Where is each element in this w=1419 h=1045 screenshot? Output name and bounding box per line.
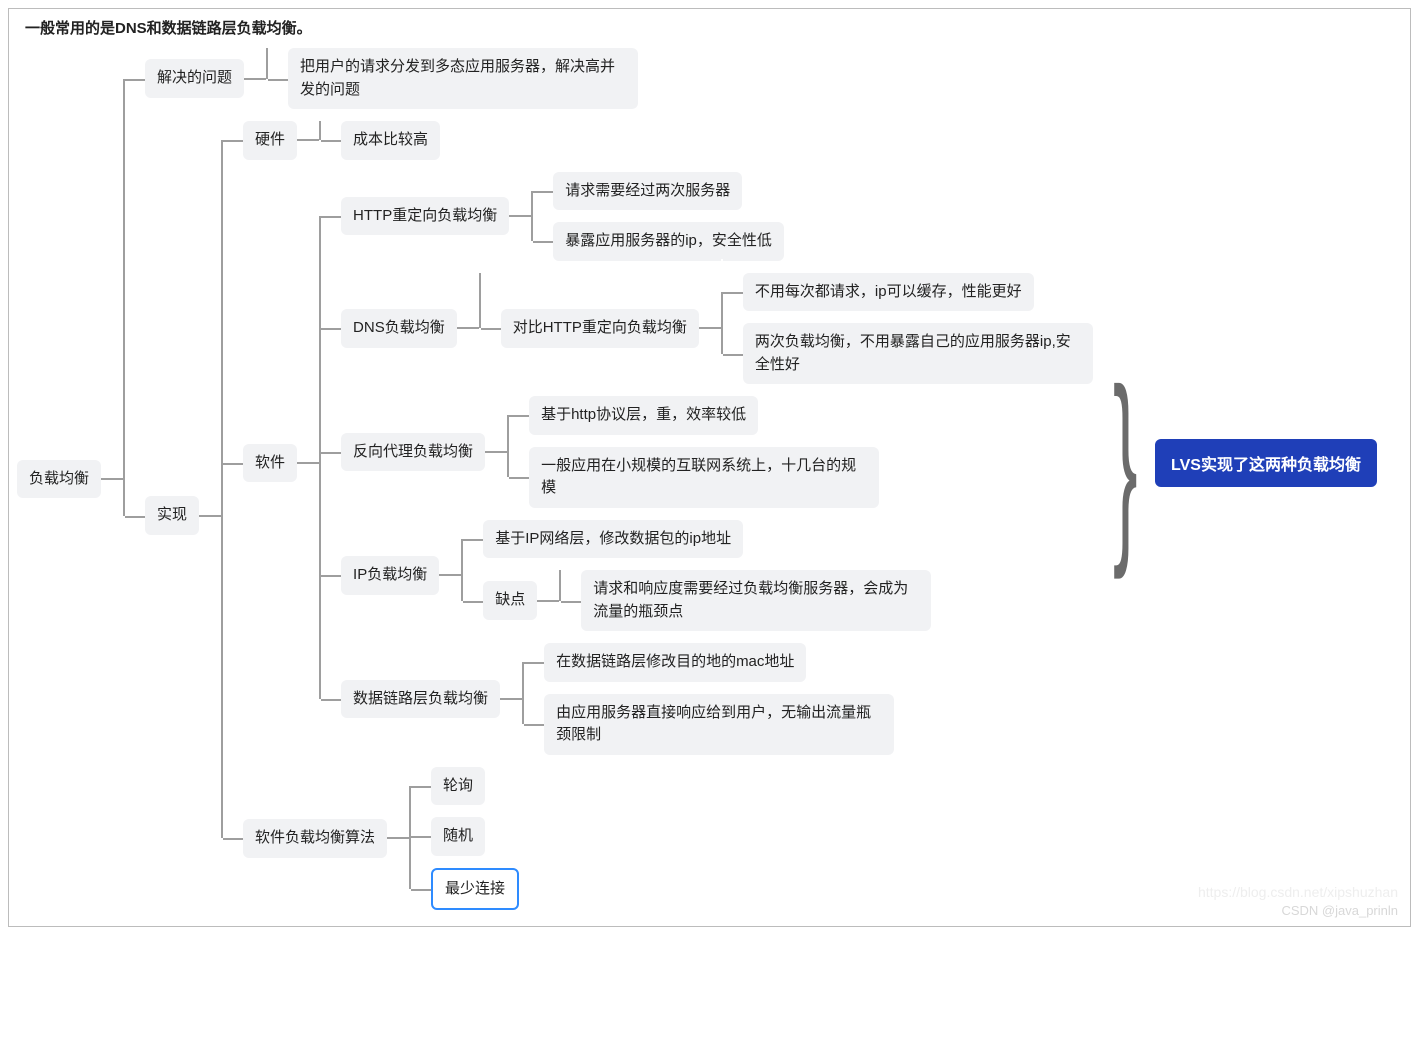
mindmap-frame: 一般常用的是DNS和数据链路层负载均衡。 负载均衡 解决的问题 把用户的请求分发… <box>8 8 1411 927</box>
algo-children: 轮询 随机 最少连接 <box>409 767 519 911</box>
branch-dns: DNS负载均衡 对比HTTP重定向负载均衡 不用每次都请求，ip可以缓存，性能更… <box>341 273 1093 385</box>
node-dns-compare[interactable]: 对比HTTP重定向负载均衡 <box>501 309 699 348</box>
branch-solve-problem: 解决的问题 把用户的请求分发到多态应用服务器，解决高并发的问题 <box>145 48 1377 109</box>
node-algo-1[interactable]: 随机 <box>431 817 485 856</box>
root-node[interactable]: 负载均衡 <box>17 460 101 499</box>
branch-ip-drawback: 缺点 请求和响应度需要经过负载均衡服务器，会成为流量的瓶颈点 <box>483 570 931 631</box>
node-datalink[interactable]: 数据链路层负载均衡 <box>341 680 500 719</box>
dns-compare-children: 不用每次都请求，ip可以缓存，性能更好 两次负载均衡，不用暴露自己的应用服务器i… <box>721 273 1093 385</box>
node-hardware[interactable]: 硬件 <box>243 121 297 160</box>
connector <box>485 451 507 453</box>
dns-children: 对比HTTP重定向负载均衡 不用每次都请求，ip可以缓存，性能更好 两次负载均衡… <box>479 273 1093 385</box>
connector <box>699 327 721 329</box>
connector <box>537 600 559 602</box>
branch-ip: IP负载均衡 基于IP网络层，修改数据包的ip地址 缺点 <box>341 520 1093 632</box>
node-dns[interactable]: DNS负载均衡 <box>341 309 457 348</box>
node-dns-p1[interactable]: 不用每次都请求，ip可以缓存，性能更好 <box>743 273 1034 312</box>
branch-hardware: 硬件 成本比较高 <box>243 121 1377 160</box>
node-impl[interactable]: 实现 <box>145 496 199 535</box>
connector <box>457 327 479 329</box>
connector <box>297 139 319 141</box>
mindmap-root-row: 负载均衡 解决的问题 把用户的请求分发到多态应用服务器，解决高并发的问题 实现 <box>17 48 1402 910</box>
root-children: 解决的问题 把用户的请求分发到多态应用服务器，解决高并发的问题 实现 硬件 <box>123 48 1377 910</box>
connector <box>509 215 531 217</box>
node-hardware-desc[interactable]: 成本比较高 <box>341 121 440 160</box>
connector <box>244 78 266 80</box>
ip-children: 基于IP网络层，修改数据包的ip地址 缺点 请求和响应度需要经过负载均衡服务器，… <box>461 520 931 632</box>
node-dns-p2[interactable]: 两次负载均衡，不用暴露自己的应用服务器ip,安全性好 <box>743 323 1093 384</box>
branch-dns-compare: 对比HTTP重定向负载均衡 不用每次都请求，ip可以缓存，性能更好 两次负载均衡… <box>501 273 1093 385</box>
node-http-redirect[interactable]: HTTP重定向负载均衡 <box>341 197 509 236</box>
branch-hardware-desc: 成本比较高 <box>341 121 440 160</box>
node-software[interactable]: 软件 <box>243 444 297 483</box>
node-http-p2[interactable]: 暴露应用服务器的ip，安全性低 <box>553 222 784 261</box>
node-reverse-proxy[interactable]: 反向代理负载均衡 <box>341 433 485 472</box>
node-solve-desc[interactable]: 把用户的请求分发到多态应用服务器，解决高并发的问题 <box>288 48 638 109</box>
connector <box>101 478 123 480</box>
node-ip-drawback-label[interactable]: 缺点 <box>483 581 537 620</box>
hardware-children: 成本比较高 <box>319 121 440 160</box>
software-children: HTTP重定向负载均衡 请求需要经过两次服务器 暴露应用服务器的ip，安全性低 <box>319 172 1093 755</box>
node-dl-p1[interactable]: 在数据链路层修改目的地的mac地址 <box>544 643 806 682</box>
node-rp-p2[interactable]: 一般应用在小规模的互联网系统上，十几台的规模 <box>529 447 879 508</box>
node-dl-p2[interactable]: 由应用服务器直接响应给到用户，无输出流量瓶颈限制 <box>544 694 894 755</box>
node-rp-p1[interactable]: 基于http协议层，重，效率较低 <box>529 396 758 435</box>
branch-datalink: 数据链路层负载均衡 在数据链路层修改目的地的mac地址 由应用服务器直接响应给到… <box>341 643 1093 755</box>
solve-problem-children: 把用户的请求分发到多态应用服务器，解决高并发的问题 <box>266 48 638 109</box>
branch-http-redirect: HTTP重定向负载均衡 请求需要经过两次服务器 暴露应用服务器的ip，安全性低 <box>341 172 1093 261</box>
node-ip-drawback-desc[interactable]: 请求和响应度需要经过负载均衡服务器，会成为流量的瓶颈点 <box>581 570 931 631</box>
node-http-p1[interactable]: 请求需要经过两次服务器 <box>553 172 742 211</box>
node-algo[interactable]: 软件负载均衡算法 <box>243 819 387 858</box>
ip-drawback-children: 请求和响应度需要经过负载均衡服务器，会成为流量的瓶颈点 <box>559 570 931 631</box>
watermark-text: CSDN @java_prinln <box>1281 903 1398 918</box>
connector <box>439 574 461 576</box>
branch-solve-desc: 把用户的请求分发到多态应用服务器，解决高并发的问题 <box>288 48 638 109</box>
brace-icon: } <box>1113 384 1138 542</box>
branch-impl: 实现 硬件 成本比较高 软件 <box>145 121 1377 910</box>
node-algo-0[interactable]: 轮询 <box>431 767 485 806</box>
connector <box>199 515 221 517</box>
callout-lvs[interactable]: LVS实现了这两种负载均衡 <box>1155 439 1377 487</box>
connector <box>500 698 522 700</box>
node-ip-p1[interactable]: 基于IP网络层，修改数据包的ip地址 <box>483 520 743 559</box>
watermark-url: https://blog.csdn.net/xipshuzhan <box>1198 884 1398 900</box>
callout-group: } LVS实现了这两种负载均衡 <box>1113 384 1377 542</box>
node-algo-2-selected[interactable]: 最少连接 <box>431 868 519 911</box>
page-heading: 一般常用的是DNS和数据链路层负载均衡。 <box>25 17 1402 38</box>
connector <box>387 837 409 839</box>
node-solve-problem[interactable]: 解决的问题 <box>145 59 244 98</box>
http-redirect-children: 请求需要经过两次服务器 暴露应用服务器的ip，安全性低 <box>531 172 784 261</box>
branch-reverse-proxy: 反向代理负载均衡 基于http协议层，重，效率较低 一般应用在小规模的互联网系统… <box>341 396 1093 508</box>
connector <box>297 462 319 464</box>
datalink-children: 在数据链路层修改目的地的mac地址 由应用服务器直接响应给到用户，无输出流量瓶颈… <box>522 643 894 755</box>
reverse-proxy-children: 基于http协议层，重，效率较低 一般应用在小规模的互联网系统上，十几台的规模 <box>507 396 879 508</box>
branch-software: 软件 HTTP重定向负载均衡 请求需要经过两次服务器 <box>243 172 1377 755</box>
impl-children: 硬件 成本比较高 软件 <box>221 121 1377 910</box>
node-ip[interactable]: IP负载均衡 <box>341 556 439 595</box>
